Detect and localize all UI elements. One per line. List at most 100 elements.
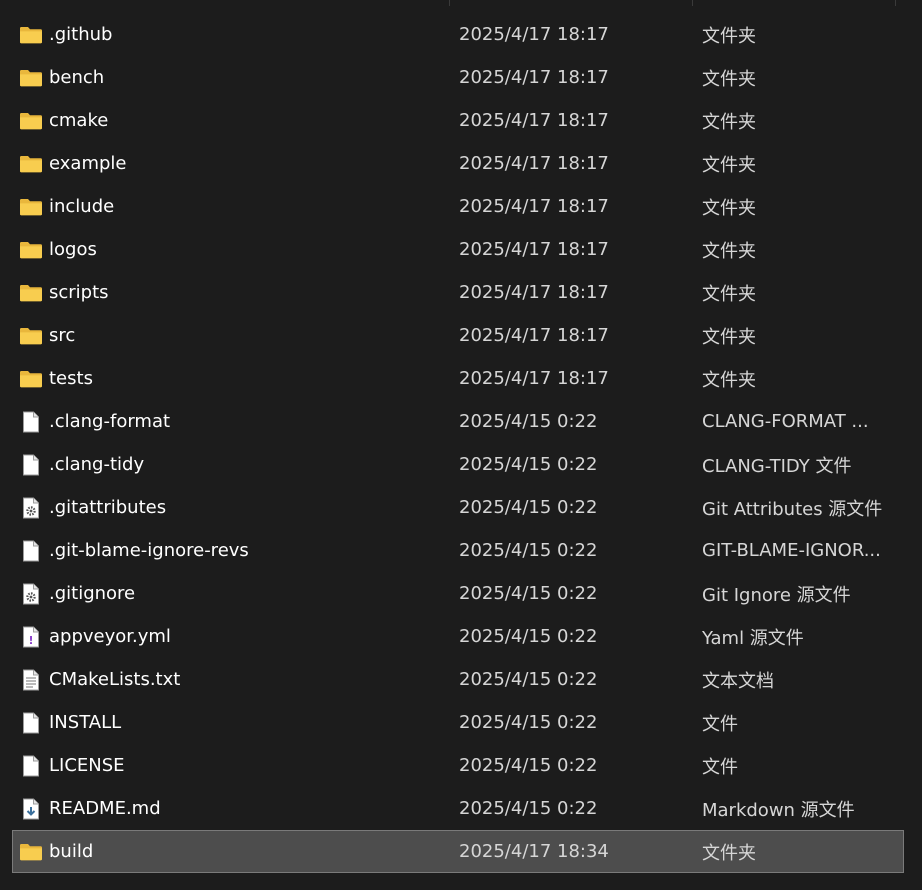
file-type: CLANG-FORMAT ... [702,411,869,432]
date-modified: 2025/4/17 18:17 [459,67,609,88]
file-row[interactable]: src 2025/4/17 18:17 文件夹 [12,314,904,357]
date-modified: 2025/4/15 0:22 [459,411,598,432]
file-name: appveyor.yml [49,626,171,647]
file-row[interactable]: bench 2025/4/17 18:17 文件夹 [12,56,904,99]
file-name: src [49,325,76,346]
date-modified: 2025/4/15 0:22 [459,626,598,647]
file-type: Markdown 源文件 [702,799,855,821]
column-divider-type[interactable] [692,0,693,6]
name-cell: CMakeLists.txt [19,659,439,700]
file-type: Yaml 源文件 [702,627,804,649]
file-row[interactable]: .gitignore 2025/4/15 0:22 Git Ignore 源文件 [12,572,904,615]
file-name: INSTALL [49,712,122,733]
date-modified: 2025/4/15 0:22 [459,454,598,475]
folder-icon [19,367,43,391]
file-type: 文件夹 [702,25,756,47]
folder-icon [19,281,43,305]
date-modified: 2025/4/17 18:34 [459,841,609,862]
file-row[interactable]: CMakeLists.txt 2025/4/15 0:22 文本文档 [12,658,904,701]
file-type: 文件夹 [702,68,756,90]
folder-icon [19,66,43,90]
file-row[interactable]: .gitattributes 2025/4/15 0:22 Git Attribut… [12,486,904,529]
file-row[interactable]: .git-blame-ignore-revs 2025/4/15 0:22 GIT-… [12,529,904,572]
file-type: GIT-BLAME-IGNOR... [702,540,881,561]
date-modified: 2025/4/15 0:22 [459,497,598,518]
file-type: Git Ignore 源文件 [702,584,851,606]
file-name: .clang-tidy [49,454,145,475]
file-row[interactable]: include 2025/4/17 18:17 文件夹 [12,185,904,228]
file-type: 文件 [702,756,738,778]
file-row[interactable]: .clang-tidy 2025/4/15 0:22 CLANG-TIDY 文件 [12,443,904,486]
file-icon [19,754,43,778]
file-name: tests [49,368,93,389]
name-cell: example [19,143,439,184]
markdown-file-icon [19,797,43,821]
file-type: 文件夹 [702,197,756,219]
text-file-icon [19,668,43,692]
file-name: CMakeLists.txt [49,669,181,690]
file-row[interactable]: cmake 2025/4/17 18:17 文件夹 [12,99,904,142]
folder-icon [19,324,43,348]
file-type: CLANG-TIDY 文件 [702,455,852,477]
name-cell: README.md [19,788,439,829]
yaml-file-icon: ! [19,625,43,649]
file-name: example [49,153,127,174]
file-name: build [49,841,94,862]
date-modified: 2025/4/15 0:22 [459,712,598,733]
column-divider-date[interactable] [449,0,450,6]
file-type: 文件夹 [702,369,756,391]
file-row[interactable]: example 2025/4/17 18:17 文件夹 [12,142,904,185]
file-name: README.md [49,798,161,819]
file-row[interactable]: LICENSE 2025/4/15 0:22 文件 [12,744,904,787]
file-row[interactable]: scripts 2025/4/17 18:17 文件夹 [12,271,904,314]
date-modified: 2025/4/17 18:17 [459,24,609,45]
file-type: 文件夹 [702,240,756,262]
file-explorer: .github 2025/4/17 18:17 文件夹 bench 2025/4/17 … [0,0,922,890]
file-type: 文本文档 [702,670,774,692]
date-modified: 2025/4/15 0:22 [459,583,598,604]
file-icon [19,539,43,563]
date-modified: 2025/4/17 18:17 [459,282,609,303]
date-modified: 2025/4/17 18:17 [459,196,609,217]
file-type: 文件夹 [702,154,756,176]
file-name: .gitattributes [49,497,167,518]
name-cell: bench [19,57,439,98]
folder-icon [19,109,43,133]
date-modified: 2025/4/15 0:22 [459,669,598,690]
name-cell: include [19,186,439,227]
file-row[interactable]: README.md 2025/4/15 0:22 Markdown 源文件 [12,787,904,830]
file-row[interactable]: logos 2025/4/17 18:17 文件夹 [12,228,904,271]
file-name: .github [49,24,113,45]
file-name: logos [49,239,97,260]
folder-icon [19,195,43,219]
file-name: .gitignore [49,583,136,604]
file-name: .git-blame-ignore-revs [49,540,249,561]
date-modified: 2025/4/15 0:22 [459,798,598,819]
file-icon [19,453,43,477]
file-row[interactable]: ! appveyor.yml 2025/4/15 0:22 Yaml 源文件 [12,615,904,658]
name-cell: scripts [19,272,439,313]
name-cell: INSTALL [19,702,439,743]
name-cell: .git-blame-ignore-revs [19,530,439,571]
file-row[interactable]: INSTALL 2025/4/15 0:22 文件 [12,701,904,744]
name-cell: .gitignore [19,573,439,614]
file-row[interactable]: build 2025/4/17 18:34 文件夹 [12,830,904,873]
file-type: 文件夹 [702,326,756,348]
date-modified: 2025/4/17 18:17 [459,368,609,389]
name-cell: tests [19,358,439,399]
file-type: 文件夹 [702,283,756,305]
name-cell: src [19,315,439,356]
name-cell: ! appveyor.yml [19,616,439,657]
name-cell: .gitattributes [19,487,439,528]
name-cell: logos [19,229,439,270]
folder-icon [19,238,43,262]
file-name: cmake [49,110,109,131]
file-row[interactable]: tests 2025/4/17 18:17 文件夹 [12,357,904,400]
file-row[interactable]: .clang-format 2025/4/15 0:22 CLANG-FORMAT … [12,400,904,443]
file-icon [19,410,43,434]
file-row[interactable]: .github 2025/4/17 18:17 文件夹 [12,13,904,56]
date-modified: 2025/4/17 18:17 [459,239,609,260]
file-type: Git Attributes 源文件 [702,498,882,520]
column-divider-size[interactable] [895,0,896,6]
folder-icon [19,152,43,176]
